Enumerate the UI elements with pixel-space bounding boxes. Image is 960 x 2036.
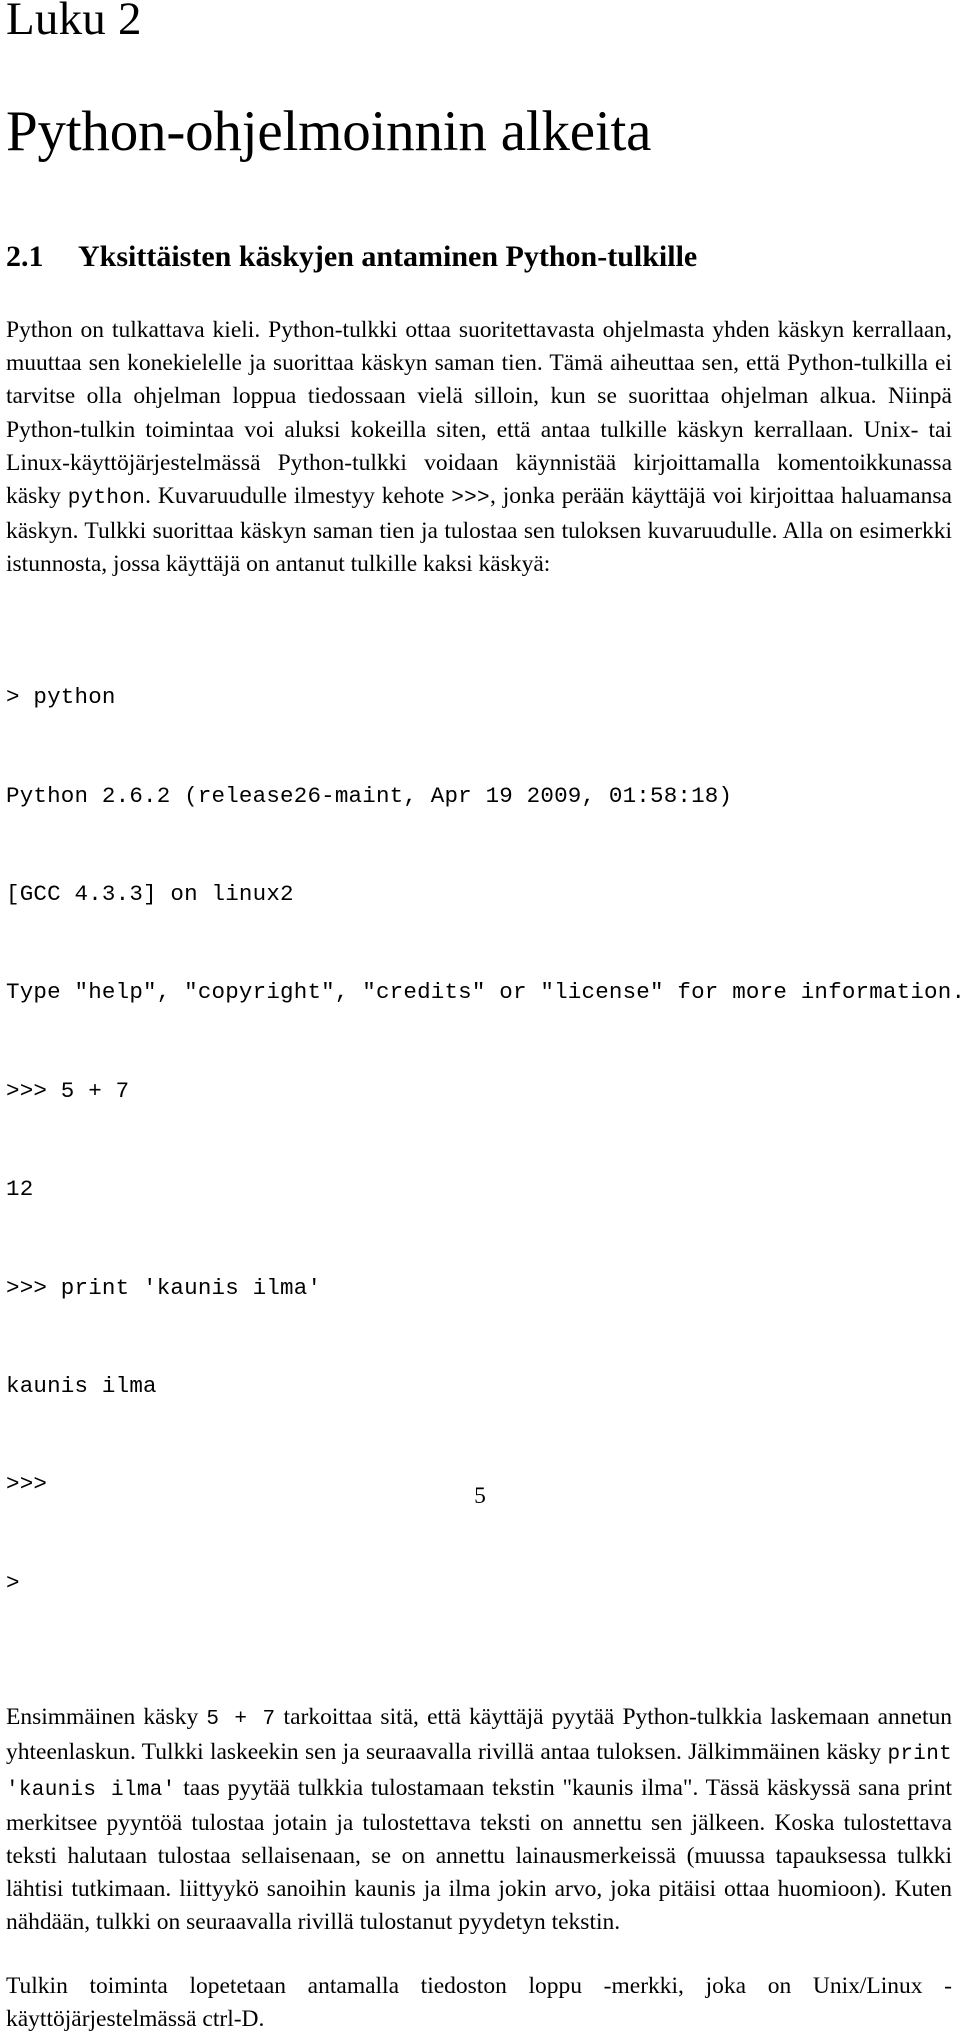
code-line: 12	[6, 1176, 34, 1203]
chapter-title: Python-ohjelmoinnin alkeita	[6, 100, 652, 163]
code-line: kaunis ilma	[6, 1372, 157, 1399]
paragraph-intro: Python on tulkattava kieli. Python-tulkk…	[6, 314, 952, 582]
page-number: 5	[474, 1483, 486, 1509]
code-line: >>> print 'kaunis ilma'	[6, 1274, 322, 1301]
inline-code-prompt: >>>	[451, 487, 490, 511]
section-title: Yksittäisten käskyjen antaminen Python-t…	[78, 240, 698, 273]
section-heading: 2.1 Yksittäisten käskyjen antaminen Pyth…	[6, 240, 952, 274]
inline-code-python: python	[67, 487, 146, 511]
section-number: 2.1	[6, 240, 44, 273]
paragraph-intro-text-1: Python on tulkattava kieli. Python-tulkk…	[6, 317, 952, 510]
code-line: >>> 5 + 7	[6, 1077, 130, 1104]
code-line: Python 2.6.2 (release26-maint, Apr 19 20…	[6, 782, 733, 809]
code-line: > python	[6, 684, 116, 711]
inline-code-addition: 5 + 7	[206, 1708, 276, 1732]
paragraph-intro-text-2: . Kuvaruudulle ilmestyy kehote	[145, 483, 452, 510]
paragraph-explanation-text-1: Ensimmäinen käsky	[6, 1704, 207, 1731]
document-page: Luku 2 Python-ohjelmoinnin alkeita 2.1 Y…	[0, 0, 960, 2032]
code-line: Type "help", "copyright", "credits" or "…	[6, 979, 960, 1006]
chapter-label: Luku 2	[6, 0, 142, 45]
code-line: [GCC 4.3.3] on linux2	[6, 881, 294, 907]
code-line: >	[6, 1569, 20, 1596]
paragraph-explanation: Ensimmäinen käsky 5 + 7 tarkoittaa sitä,…	[6, 1701, 952, 1939]
paragraph-closing: Tulkin toiminta lopetetaan antamalla tie…	[6, 1972, 952, 2032]
